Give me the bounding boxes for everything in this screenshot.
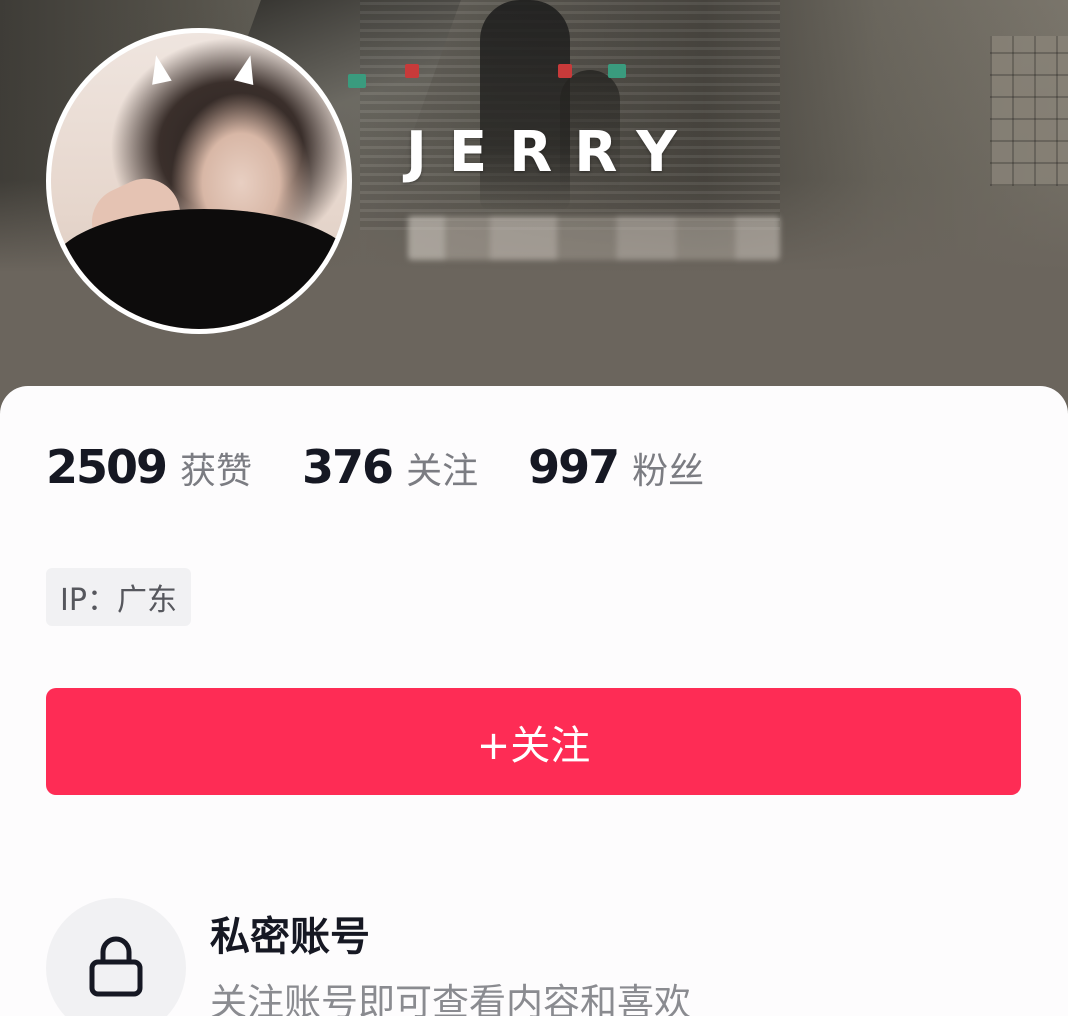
cover-photo-detail bbox=[558, 64, 572, 78]
stat-likes[interactable]: 2509 获赞 bbox=[46, 440, 252, 494]
stat-label: 获赞 bbox=[180, 451, 253, 492]
avatar[interactable] bbox=[46, 28, 352, 334]
cover-photo-detail bbox=[608, 64, 626, 78]
stat-following[interactable]: 376 关注 bbox=[302, 440, 478, 494]
stat-value: 997 bbox=[528, 440, 620, 494]
stat-followers[interactable]: 997 粉丝 bbox=[528, 440, 704, 494]
follow-button[interactable]: +关注 bbox=[46, 688, 1021, 795]
cover-photo-detail bbox=[405, 64, 419, 78]
cover-photo-detail bbox=[348, 74, 366, 88]
private-account-description: 关注账号即可查看内容和喜欢 bbox=[210, 981, 691, 1016]
stat-label: 粉丝 bbox=[632, 451, 705, 492]
cover-photo-detail bbox=[990, 36, 1068, 186]
username: JERRY bbox=[406, 120, 699, 185]
private-account-title: 私密账号 bbox=[210, 914, 370, 960]
lock-icon bbox=[89, 936, 143, 997]
stat-value: 2509 bbox=[46, 440, 168, 494]
blurred-account-id bbox=[408, 216, 780, 260]
cat-ear-sticker bbox=[146, 53, 172, 85]
profile-page: JERRY 2509 获赞 376 关注 997 粉丝 IP：广东 +关注 私密… bbox=[0, 0, 1068, 1016]
stats-row: 2509 获赞 376 关注 997 粉丝 bbox=[46, 440, 754, 494]
avatar-photo-detail bbox=[51, 209, 347, 329]
stat-label: 关注 bbox=[406, 451, 479, 492]
stat-value: 376 bbox=[302, 440, 394, 494]
cat-ear-sticker bbox=[233, 52, 261, 86]
ip-location-tag: IP：广东 bbox=[46, 568, 191, 626]
